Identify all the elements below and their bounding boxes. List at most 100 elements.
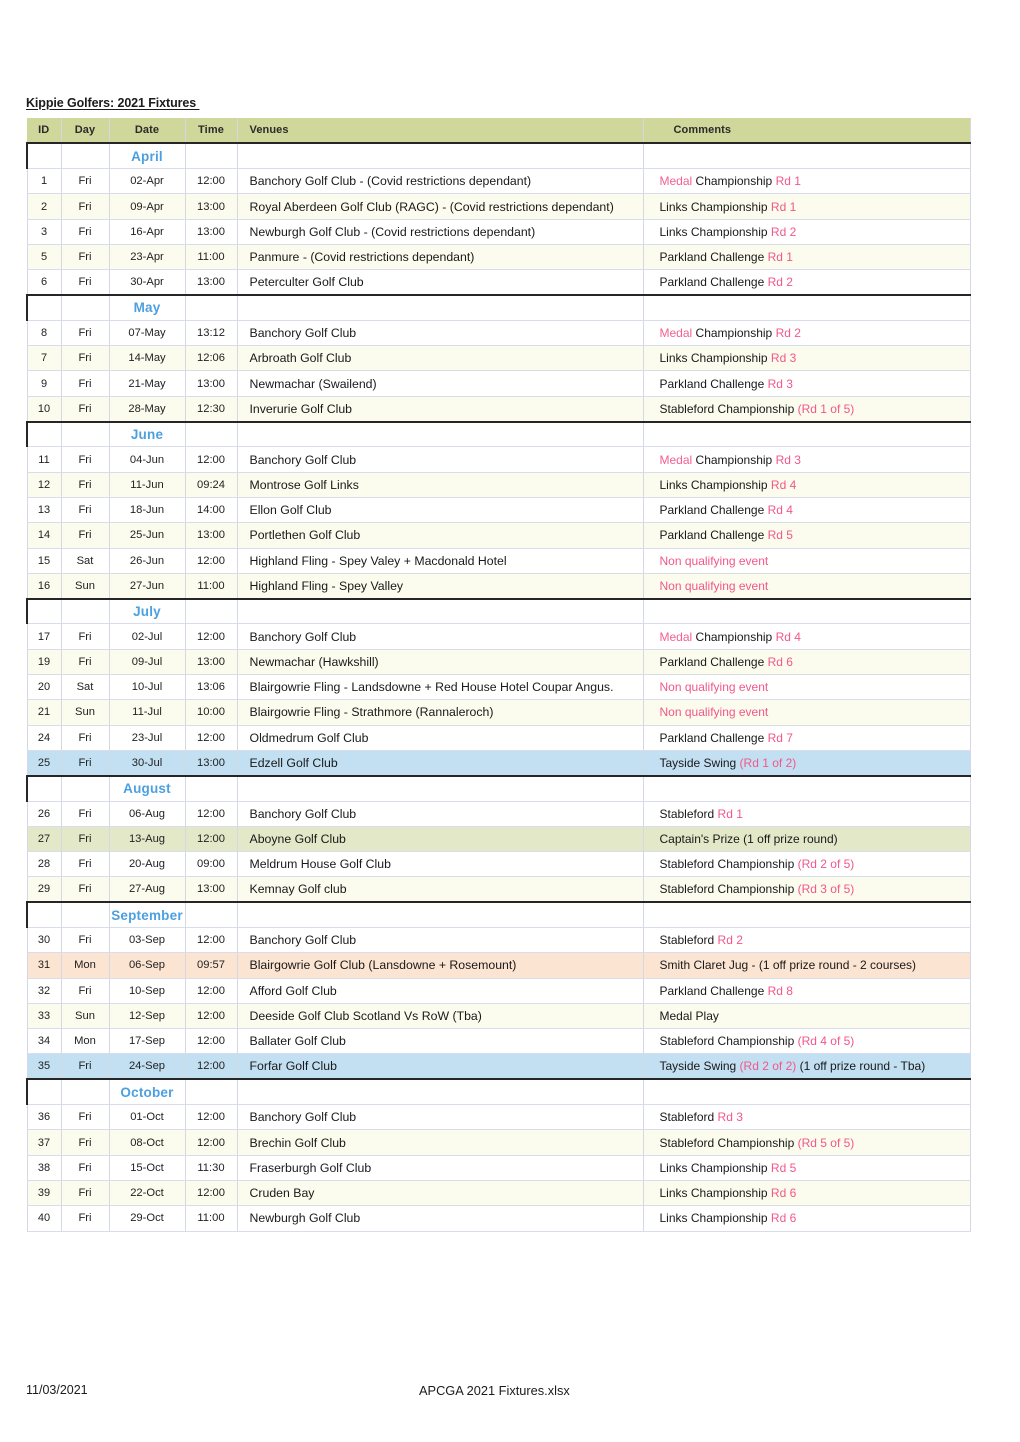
cell-day: Fri	[61, 1104, 110, 1131]
cell-time: 12:00	[185, 1180, 238, 1207]
table-row[interactable]: 21 Sun 11-Jul 10:00 Blairgowrie Fling - Stra…	[26, 699, 971, 726]
cell-venue: Banchory Golf Club	[237, 623, 644, 650]
table-row[interactable]: 26 Fri 06-Aug 12:00 Banchory Golf Club Stable…	[26, 801, 971, 827]
comment-round: Rd 3	[717, 1110, 743, 1125]
comment-round: Rd 4	[770, 477, 797, 492]
table-row[interactable]: 8 Fri 07-May 13:12 Banchory Golf Club Medal C…	[26, 320, 971, 347]
table-row[interactable]: 13 Fri 18-Jun 14:00 Ellon Golf Club Parkland …	[26, 497, 971, 524]
comment-body: Stableford	[659, 1110, 718, 1125]
month-row-day-cell	[61, 597, 110, 625]
table-row[interactable]: 5 Fri 23-Apr 11:00 Panmure - (Covid restrict…	[26, 244, 971, 271]
cell-id: 32	[26, 978, 62, 1004]
cell-date: 28-May	[109, 396, 186, 423]
table-row[interactable]: 34 Mon 17-Sep 12:00 Ballater Golf Club Stable…	[26, 1028, 971, 1055]
table-row[interactable]: 12 Fri 11-Jun 09:24 Montrose Golf Links Links…	[26, 472, 971, 498]
table-row[interactable]: 39 Fri 22-Oct 12:00 Cruden Bay Links Champion…	[26, 1180, 971, 1207]
comment-round: Rd 4	[767, 503, 793, 518]
table-row[interactable]: 32 Fri 10-Sep 12:00 Afford Golf Club Parkland…	[26, 978, 971, 1004]
cell-comment: Parkland Challenge Rd 2	[643, 269, 971, 296]
month-row-time-cell	[185, 420, 238, 448]
table-row[interactable]: 40 Fri 29-Oct 11:00 Newburgh Golf Club Links …	[26, 1205, 971, 1232]
cell-time: 12:00	[185, 548, 238, 574]
table-row[interactable]: 37 Fri 08-Oct 12:00 Brechin Golf Club Stablef…	[26, 1129, 971, 1156]
cell-venue: Newmachar (Swailend)	[237, 370, 644, 397]
cell-date: 30-Jul	[109, 750, 186, 777]
document-page: Kippie Golfers: 2021 Fixtures ID Day Dat…	[0, 0, 1020, 1442]
table-row[interactable]: 19 Fri 09-Jul 13:00 Newmachar (Hawkshill) Par…	[26, 649, 971, 676]
cell-comment: Medal Championship Rd 2	[643, 320, 971, 347]
table-row[interactable]: 1 Fri 02-Apr 12:00 Banchory Golf Club - (Cov…	[26, 168, 971, 195]
cell-venue: Inverurie Golf Club	[237, 396, 644, 423]
cell-day: Sun	[61, 1003, 110, 1030]
table-row[interactable]: 17 Fri 02-Jul 12:00 Banchory Golf Club Medal …	[26, 623, 971, 650]
cell-date: 23-Jul	[109, 725, 186, 751]
cell-day: Fri	[61, 497, 110, 524]
cell-venue: Banchory Golf Club - (Covid restrictions…	[237, 168, 644, 195]
comment-body: Links Championship	[659, 477, 771, 492]
cell-date: 04-Jun	[109, 446, 186, 473]
cell-time: 12:00	[185, 1129, 238, 1156]
month-row-venue-cell	[237, 420, 644, 448]
comment-round: Rd 6	[770, 1186, 797, 1201]
comment-body: Captain's Prize (1 off prize round)	[659, 831, 838, 846]
table-row[interactable]: 29 Fri 27-Aug 13:00 Kemnay Golf club Stablefo…	[26, 876, 971, 903]
comment-round: (Rd 1 of 5)	[797, 401, 855, 416]
cell-day: Fri	[61, 193, 110, 220]
cell-day: Fri	[61, 725, 110, 751]
comment-body: Championship	[692, 326, 776, 341]
comment-body: Championship	[692, 629, 776, 644]
table-row[interactable]: 2 Fri 09-Apr 13:00 Royal Aberdeen Golf Club …	[26, 193, 971, 220]
cell-date: 27-Jun	[109, 573, 186, 600]
table-row[interactable]: 25 Fri 30-Jul 13:00 Edzell Golf Club Tayside …	[26, 750, 971, 777]
comment-emphasis: Medal	[659, 174, 693, 189]
cell-time: 09:24	[185, 472, 238, 498]
comment-body: Parkland Challenge	[659, 275, 768, 290]
month-label: June	[130, 426, 164, 442]
comment-round: Rd 2	[770, 224, 797, 239]
table-row[interactable]: 6 Fri 30-Apr 13:00 Peterculter Golf Club Park…	[26, 269, 971, 296]
table-row[interactable]: 28 Fri 20-Aug 09:00 Meldrum House Golf Club S…	[26, 851, 971, 878]
table-row[interactable]: 33 Sun 12-Sep 12:00 Deeside Golf Club Scotla…	[26, 1003, 971, 1030]
cell-date: 21-May	[109, 370, 186, 397]
month-row-day-cell	[61, 142, 110, 170]
column-header-date: Date	[109, 118, 186, 144]
table-row[interactable]: 36 Fri 01-Oct 12:00 Banchory Golf Club Stable…	[26, 1104, 971, 1131]
table-row[interactable]: 31 Mon 06-Sep 09:57 Blairgowrie Golf Club (L…	[26, 952, 971, 979]
cell-date: 24-Sep	[109, 1053, 186, 1080]
table-row[interactable]: 14 Fri 25-Jun 13:00 Portlethen Golf Club Park…	[26, 522, 971, 549]
comment-round: Rd 2	[767, 275, 793, 290]
table-row[interactable]: 9 Fri 21-May 13:00 Newmachar (Swailend) Parkl…	[26, 370, 971, 397]
table-row[interactable]: 35 Fri 24-Sep 12:00 Forfar Golf Club Tayside …	[26, 1053, 971, 1080]
cell-date: 08-Oct	[109, 1129, 186, 1156]
cell-day: Fri	[61, 522, 110, 549]
table-row[interactable]: 7 Fri 14-May 12:06 Arbroath Golf Club Links C…	[26, 345, 971, 372]
table-row[interactable]: 24 Fri 23-Jul 12:00 Oldmedrum Golf Club Parkl…	[26, 725, 971, 751]
month-label-cell: October	[109, 1078, 186, 1106]
cell-day: Sun	[61, 573, 110, 600]
table-row[interactable]: 38 Fri 15-Oct 11:30 Fraserburgh Golf Club Lin…	[26, 1155, 971, 1181]
month-row-venue-cell	[237, 774, 644, 802]
cell-venue: Banchory Golf Club	[237, 927, 644, 954]
column-header-id: ID	[27, 118, 62, 144]
month-row-id-cell	[26, 901, 62, 929]
cell-time: 11:00	[185, 1205, 238, 1232]
cell-day: Fri	[61, 345, 110, 372]
table-row[interactable]: 20 Sat 10-Jul 13:06 Blairgowrie Fling - Land…	[26, 674, 971, 701]
column-header-day: Day	[61, 118, 110, 144]
table-row[interactable]: 3 Fri 16-Apr 13:00 Newburgh Golf Club - (Cov…	[26, 219, 971, 245]
table-row[interactable]: 10 Fri 28-May 12:30 Inverurie Golf Club Stabl…	[26, 396, 971, 423]
cell-id: 2	[26, 193, 62, 220]
cell-comment: Non qualifying event	[643, 548, 971, 574]
cell-venue: Peterculter Golf Club	[237, 269, 644, 296]
footer-date: 11/03/2021	[26, 1383, 88, 1397]
table-row[interactable]: 30 Fri 03-Sep 12:00 Banchory Golf Club Stable…	[26, 927, 971, 954]
table-row[interactable]: 27 Fri 13-Aug 12:00 Aboyne Golf Club Captain'…	[26, 826, 971, 853]
table-row[interactable]: 15 Sat 26-Jun 12:00 Highland Fling - Spey Va…	[26, 548, 971, 574]
month-row-id-cell	[26, 294, 62, 321]
cell-day: Fri	[61, 168, 110, 195]
month-row-id-cell	[26, 774, 62, 802]
table-row[interactable]: 16 Sun 27-Jun 11:00 Highland Fling - Spey Va…	[26, 573, 971, 600]
month-label-cell: August	[109, 774, 186, 802]
table-row[interactable]: 11 Fri 04-Jun 12:00 Banchory Golf Club Medal …	[26, 446, 971, 473]
cell-date: 11-Jul	[109, 699, 186, 726]
